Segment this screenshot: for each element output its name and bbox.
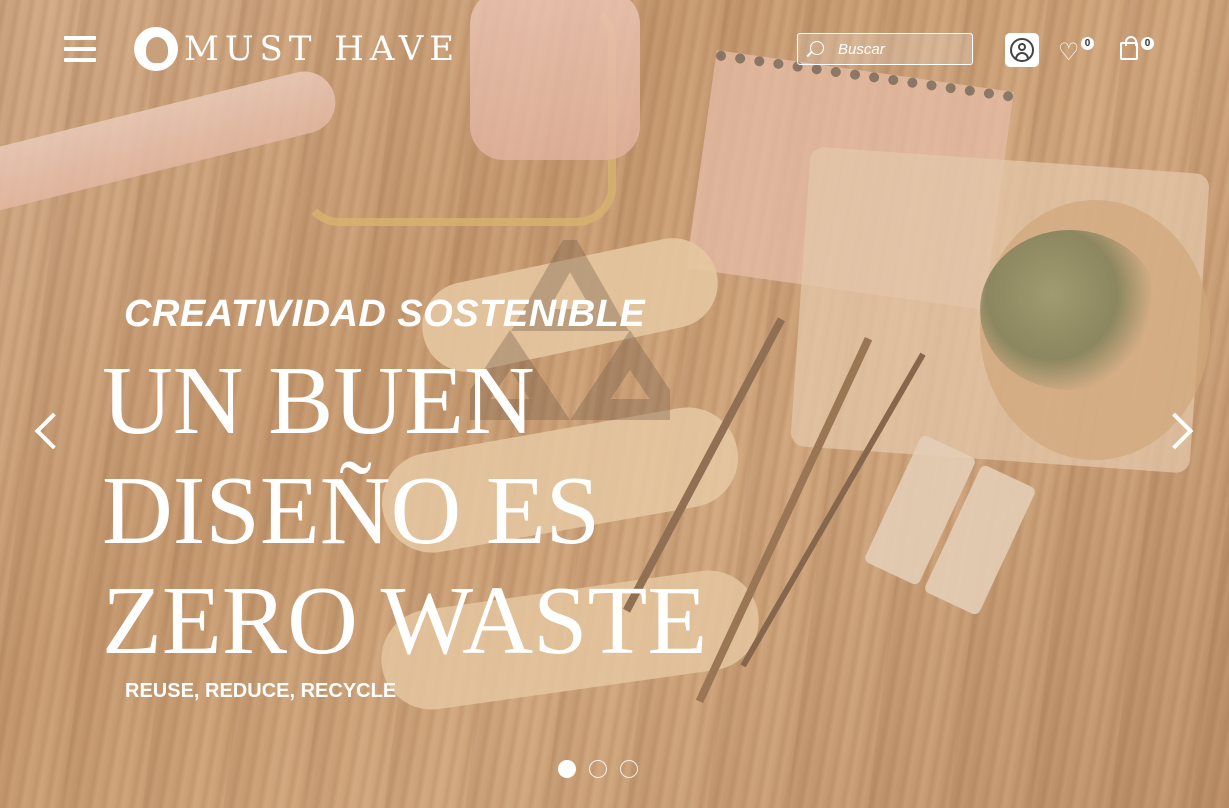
wishlist-button[interactable]: ♡ 0 <box>1058 36 1094 66</box>
hero-headline-line: ZERO WASTE <box>102 567 708 675</box>
user-icon <box>1010 38 1034 62</box>
hamburger-menu-icon[interactable] <box>64 36 96 62</box>
logo[interactable]: MUST HAVE <box>134 26 460 72</box>
heart-icon: ♡ <box>1058 38 1080 66</box>
cart-count-badge: 0 <box>1141 37 1154 50</box>
hero-headline-line: UN BUEN <box>102 347 535 455</box>
cart-button[interactable]: 0 <box>1118 36 1154 64</box>
hero-headline: UN BUEN DISEÑO ES ZERO WASTE <box>102 346 708 676</box>
chevron-left-icon[interactable] <box>26 408 66 452</box>
hero-headline-line: DISEÑO ES <box>102 457 601 565</box>
shopping-bag-icon <box>1120 36 1138 60</box>
wishlist-count-badge: 0 <box>1081 37 1094 50</box>
search-box[interactable] <box>797 33 973 65</box>
logo-text: MUST HAVE <box>184 29 461 69</box>
account-button[interactable] <box>1005 33 1039 67</box>
chevron-right-icon[interactable] <box>1162 408 1202 452</box>
carousel-dot-1[interactable] <box>558 760 576 778</box>
logo-mark-icon <box>134 27 178 71</box>
carousel-dot-3[interactable] <box>620 760 638 778</box>
hero-kicker: CREATIVIDAD SOSTENIBLE <box>124 293 646 335</box>
hero-tagline: REUSE, REDUCE, RECYCLE <box>125 680 397 702</box>
search-icon[interactable] <box>810 41 824 55</box>
carousel-pagination <box>558 760 638 778</box>
carousel-dot-2[interactable] <box>589 760 607 778</box>
search-input[interactable] <box>838 36 966 62</box>
